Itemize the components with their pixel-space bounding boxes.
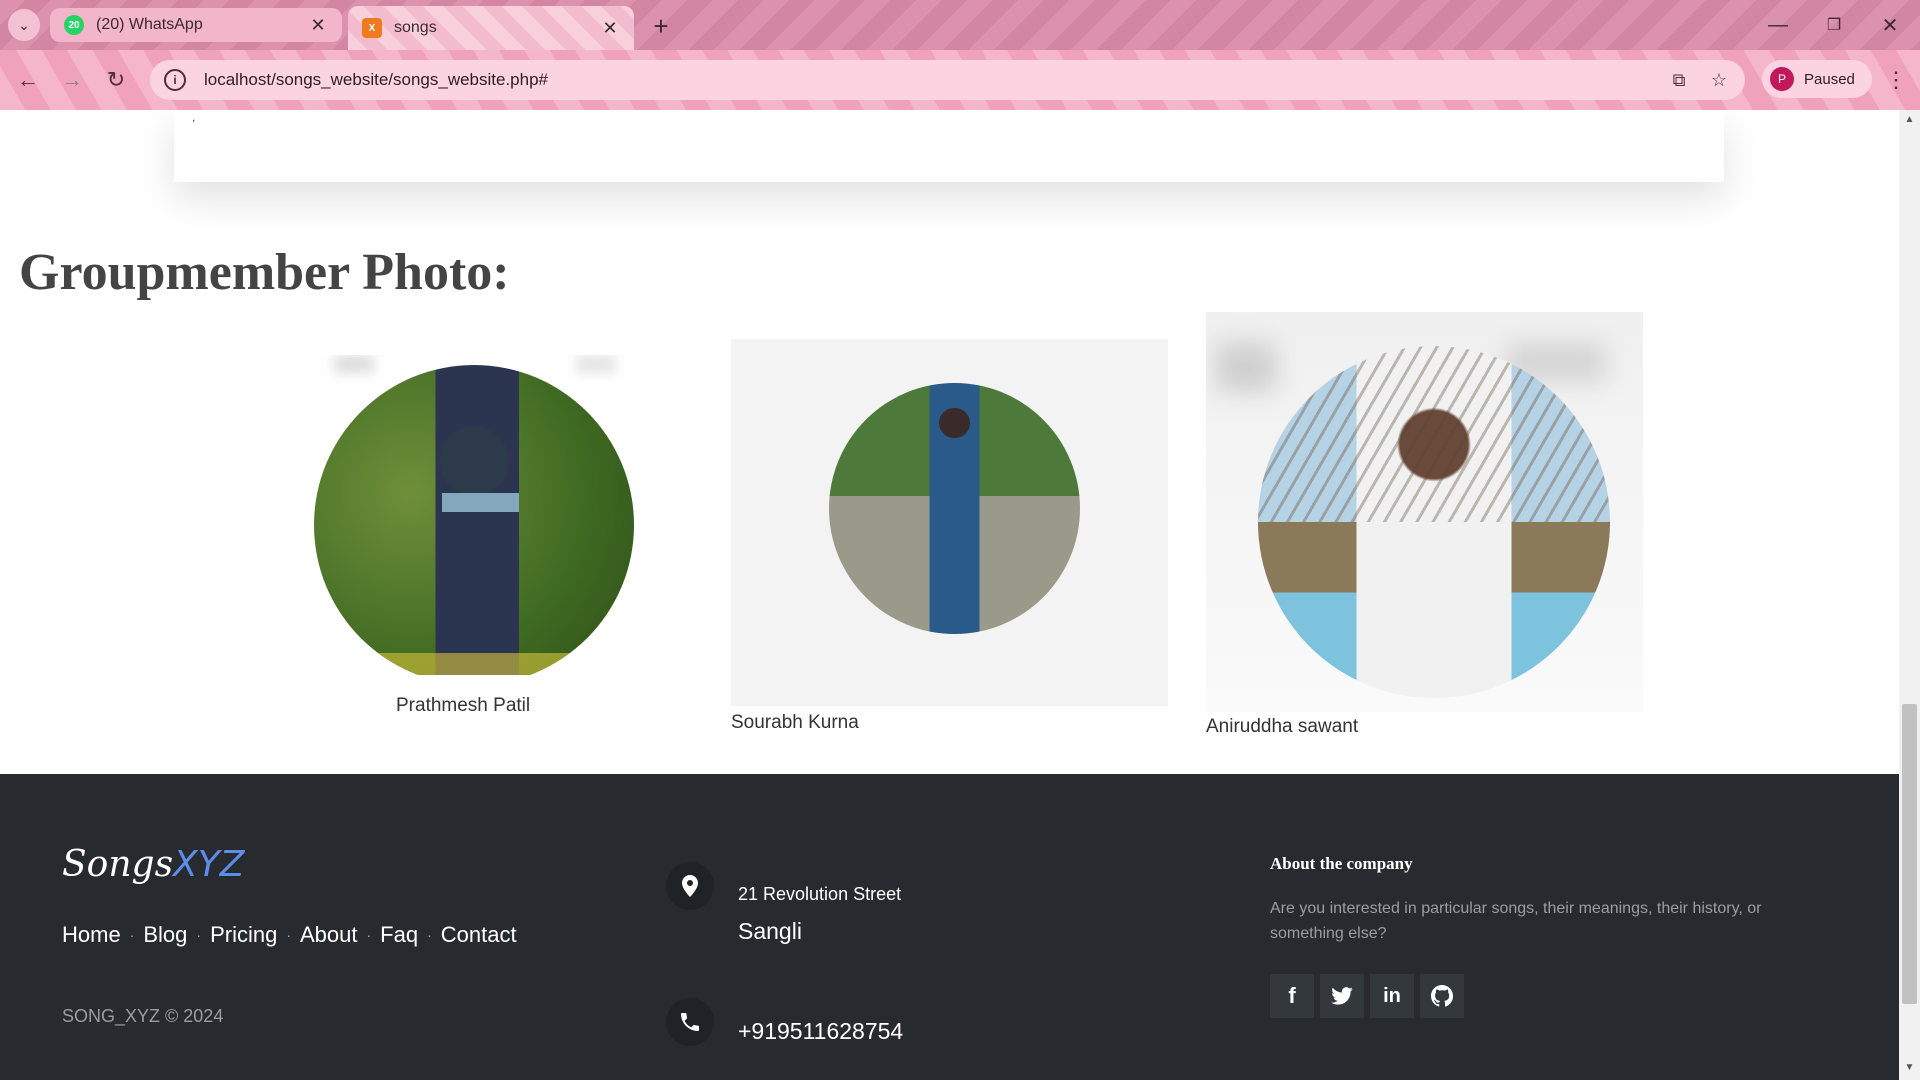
member-photo-frame xyxy=(314,355,640,675)
address-bar[interactable]: i localhost/songs_website/songs_website.… xyxy=(150,60,1745,100)
separator: · xyxy=(196,927,202,943)
member-photo-frame xyxy=(1206,312,1643,712)
ground xyxy=(314,653,634,675)
footer-nav: Home · Blog · Pricing · About · Faq · Co… xyxy=(62,922,517,948)
separator: · xyxy=(129,927,135,943)
tab-songs[interactable]: X songs ✕ xyxy=(348,6,634,50)
footer-link-pricing[interactable]: Pricing xyxy=(210,922,277,948)
info-icon[interactable]: i xyxy=(164,69,186,91)
reload-button[interactable]: ↻ xyxy=(100,64,132,96)
member-card: Prathmesh Patil xyxy=(314,355,640,716)
reload-icon: ↻ xyxy=(106,67,126,92)
whatsapp-icon: 20 xyxy=(64,15,84,35)
close-icon[interactable]: ✕ xyxy=(600,18,620,39)
copyright: SONG_XYZ © 2024 xyxy=(62,1006,224,1026)
footer-link-faq[interactable]: Faq xyxy=(380,922,418,948)
close-icon: ✕ xyxy=(1881,14,1899,37)
phone-icon xyxy=(666,998,714,1046)
more-vert-icon: ⋮ xyxy=(1885,67,1907,92)
twitter-icon[interactable] xyxy=(1320,974,1364,1018)
scroll-up-icon[interactable]: ▲ xyxy=(1899,114,1920,125)
translate-icon[interactable]: ⧉ xyxy=(1665,66,1693,94)
brand-accent: XYZ xyxy=(173,844,245,885)
url-text[interactable]: localhost/songs_website/songs_website.ph… xyxy=(204,70,1665,90)
forward-button[interactable]: → xyxy=(56,64,88,96)
tab-title: (20) WhatsApp xyxy=(96,16,203,33)
facebook-icon[interactable]: f xyxy=(1270,974,1314,1018)
member-name: Sourabh Kurna xyxy=(731,712,859,733)
photo-blur xyxy=(576,355,616,373)
scroll-down-icon[interactable]: ▼ xyxy=(1899,1062,1920,1073)
separator: · xyxy=(366,927,372,943)
minimize-icon: — xyxy=(1768,13,1788,36)
footer-link-about[interactable]: About xyxy=(300,922,358,948)
arrow-left-icon: ← xyxy=(17,67,39,92)
section-title: Groupmember Photo: xyxy=(19,244,510,301)
avatar: P xyxy=(1770,67,1794,91)
member-photo-frame xyxy=(731,339,1168,706)
about-title: About the company xyxy=(1270,854,1413,873)
footer-logo[interactable]: SongsXYZ xyxy=(62,844,244,885)
address-street: 21 Revolution Street xyxy=(738,884,902,904)
restore-icon: ❐ xyxy=(1826,17,1842,34)
member-card: Sourabh Kurna xyxy=(731,339,1168,733)
browser-toolbar: ← → ↻ i localhost/songs_website/songs_we… xyxy=(0,50,1920,110)
arrow-right-icon: → xyxy=(61,67,83,92)
about-text: Are you interested in particular songs, … xyxy=(1270,900,1762,942)
star-icon[interactable]: ☆ xyxy=(1705,66,1733,94)
chevron-down-icon: ⌄ xyxy=(18,16,30,33)
footer-link-contact[interactable]: Contact xyxy=(441,922,517,948)
close-icon[interactable]: ✕ xyxy=(308,15,328,36)
xampp-icon: X xyxy=(362,18,382,38)
new-tab-button[interactable]: + xyxy=(645,10,677,42)
restore-button[interactable]: ❐ xyxy=(1814,8,1854,42)
footer-link-blog[interactable]: Blog xyxy=(143,922,187,948)
separator: · xyxy=(427,927,432,943)
separator: · xyxy=(286,927,291,943)
member-name: Aniruddha sawant xyxy=(1206,716,1359,737)
card-text: , xyxy=(192,110,196,124)
member-card: Aniruddha sawant xyxy=(1206,312,1643,746)
phone-number: +919511628754 xyxy=(738,1018,904,1044)
back-button[interactable]: ← xyxy=(12,64,44,96)
map-marker-icon xyxy=(666,862,714,910)
head xyxy=(939,408,970,439)
content-card: , xyxy=(174,110,1724,182)
member-photo xyxy=(829,383,1080,634)
member-photo xyxy=(1258,346,1610,698)
page-viewport: , Groupmember Photo: Prathmesh Patil Sou… xyxy=(0,110,1899,1080)
profile-button[interactable]: P Paused xyxy=(1762,60,1872,98)
address-city: Sangli xyxy=(738,918,802,944)
brand-main: Songs xyxy=(62,844,174,885)
page-scrollbar[interactable]: ▲ ▼ xyxy=(1899,110,1920,1080)
browser-menu-button[interactable]: ⋮ xyxy=(1880,64,1912,96)
profile-status: Paused xyxy=(1804,70,1855,88)
footer-link-home[interactable]: Home xyxy=(62,922,121,948)
tab-title: songs xyxy=(394,19,437,36)
tab-search-button[interactable]: ⌄ xyxy=(8,9,40,41)
tab-whatsapp[interactable]: 20 (20) WhatsApp ✕ xyxy=(50,8,342,42)
minimize-button[interactable]: — xyxy=(1758,8,1798,42)
member-photo xyxy=(314,365,634,675)
tree-branches xyxy=(1258,346,1610,522)
plus-icon: + xyxy=(653,10,669,41)
scrollbar-thumb[interactable] xyxy=(1902,704,1917,1004)
member-name: Prathmesh Patil xyxy=(396,695,531,716)
github-icon[interactable] xyxy=(1420,974,1464,1018)
photo-blur xyxy=(334,355,374,373)
site-footer: SongsXYZ Home · Blog · Pricing · About ·… xyxy=(0,774,1899,1080)
shirt-stripe xyxy=(442,493,519,513)
close-window-button[interactable]: ✕ xyxy=(1870,8,1910,42)
browser-tab-strip: ⌄ 20 (20) WhatsApp ✕ X songs ✕ + — ❐ ✕ xyxy=(0,0,1920,50)
linkedin-icon[interactable]: in xyxy=(1370,974,1414,1018)
